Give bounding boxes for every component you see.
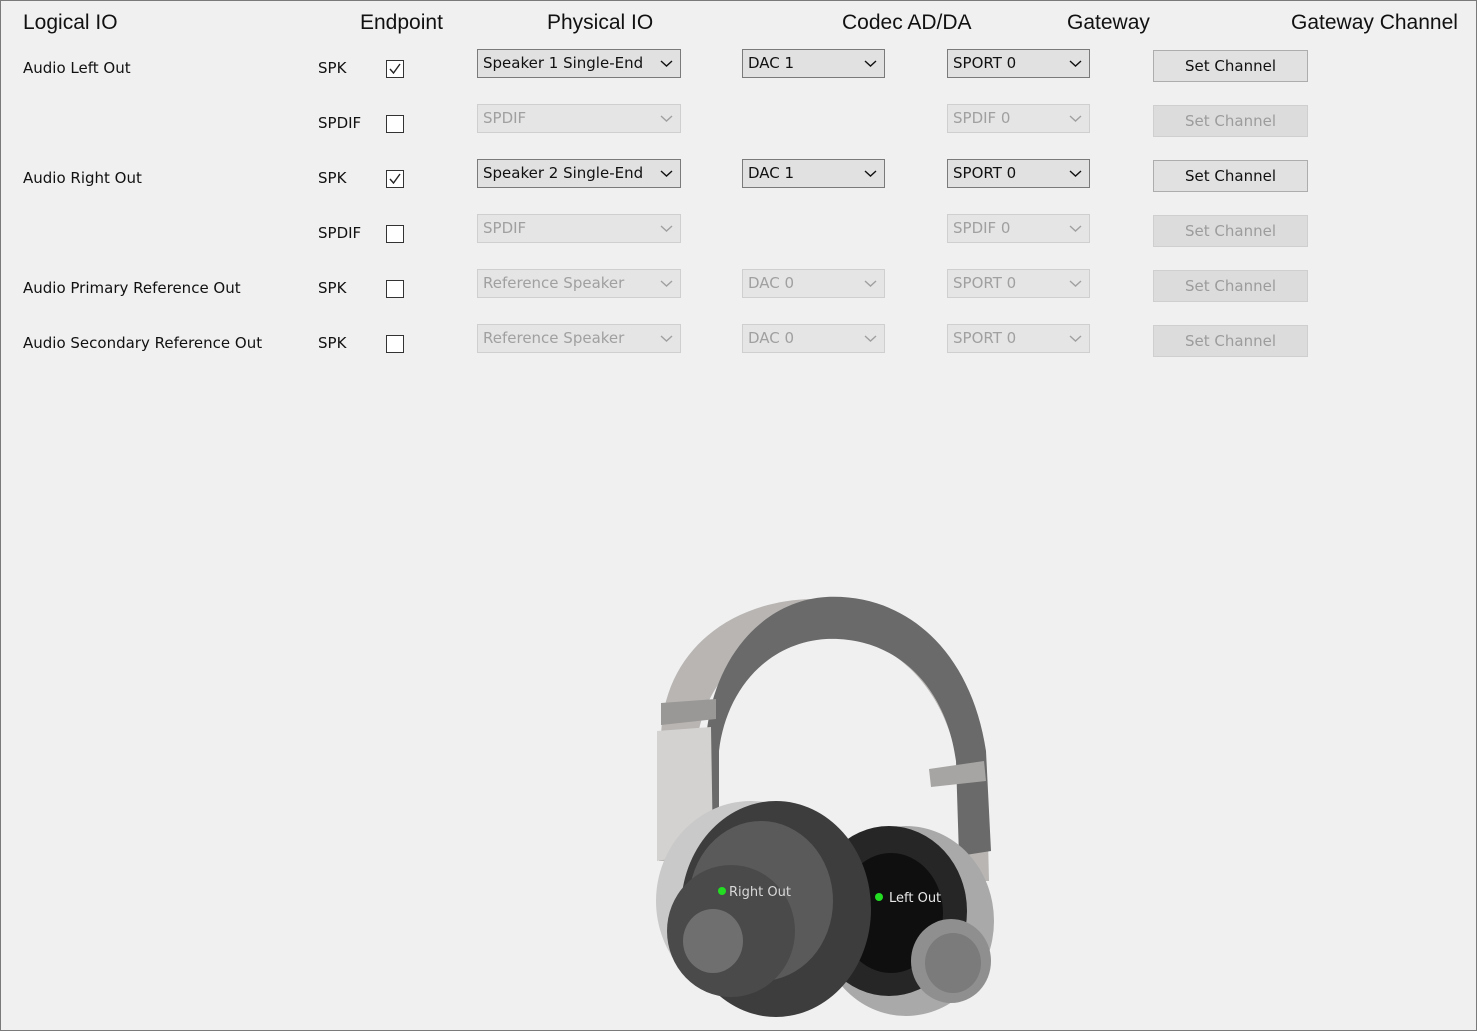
endpoint-checkbox[interactable]	[386, 225, 404, 243]
checkmark-icon	[389, 63, 401, 75]
header-physical-io: Physical IO	[547, 11, 654, 34]
routing-row: Audio Right Out SPK Speaker 2 Single-End DA…	[1, 159, 1476, 209]
codec-value: DAC 0	[748, 329, 795, 347]
right-out-label: Right Out	[729, 885, 791, 900]
set-channel-button[interactable]: Set Channel	[1153, 325, 1308, 357]
chevron-down-icon	[660, 280, 673, 287]
endpoint-label: SPK	[318, 334, 347, 352]
chevron-down-icon	[864, 170, 877, 177]
chevron-down-icon	[1069, 280, 1082, 287]
endpoint-checkbox[interactable]	[386, 60, 404, 78]
chevron-down-icon	[660, 60, 673, 67]
chevron-down-icon	[1069, 335, 1082, 342]
chevron-down-icon	[660, 225, 673, 232]
left-out-label: Left Out	[889, 891, 941, 906]
logical-io-label: Audio Primary Reference Out	[23, 279, 241, 297]
chevron-down-icon	[864, 60, 877, 67]
checkmark-icon	[389, 173, 401, 185]
routing-row: Audio Primary Reference Out SPK Reference …	[1, 269, 1476, 319]
gateway-dropdown[interactable]: SPORT 0	[947, 159, 1090, 188]
header-gateway-channel: Gateway Channel	[1291, 11, 1458, 34]
physical-io-dropdown[interactable]: Reference Speaker	[477, 324, 681, 353]
routing-row: SPDIF SPDIF SPDIF 0 Set Channel	[1, 214, 1476, 264]
routing-row: Audio Secondary Reference Out SPK Referenc…	[1, 324, 1476, 374]
codec-value: DAC 1	[748, 54, 795, 72]
right-cup-cap-inner	[683, 909, 743, 973]
physical-io-dropdown[interactable]: SPDIF	[477, 104, 681, 133]
set-channel-button[interactable]: Set Channel	[1153, 50, 1308, 82]
header-codec: Codec AD/DA	[842, 11, 972, 34]
physical-io-value: Speaker 1 Single-End	[483, 54, 644, 72]
endpoint-checkbox[interactable]	[386, 115, 404, 133]
gateway-value: SPORT 0	[953, 54, 1017, 72]
header-logical-io: Logical IO	[23, 11, 118, 34]
headband-slider-left	[661, 699, 716, 725]
codec-value: DAC 0	[748, 274, 795, 292]
chevron-down-icon	[660, 170, 673, 177]
endpoint-label: SPK	[318, 169, 347, 187]
gateway-dropdown[interactable]: SPORT 0	[947, 324, 1090, 353]
audio-routing-panel: Logical IO Endpoint Physical IO Codec AD…	[0, 0, 1477, 1031]
endpoint-checkbox[interactable]	[386, 170, 404, 188]
logical-io-label: Audio Right Out	[23, 169, 142, 187]
endpoint-checkbox[interactable]	[386, 280, 404, 298]
headphones-illustration: Right Out Left Out	[656, 596, 994, 1017]
physical-io-dropdown[interactable]: SPDIF	[477, 214, 681, 243]
left-out-indicator	[875, 893, 883, 901]
gateway-value: SPORT 0	[953, 274, 1017, 292]
endpoint-checkbox[interactable]	[386, 335, 404, 353]
logical-io-label: Audio Left Out	[23, 59, 131, 77]
set-channel-button[interactable]: Set Channel	[1153, 160, 1308, 192]
chevron-down-icon	[864, 280, 877, 287]
endpoint-label: SPDIF	[318, 224, 362, 242]
gateway-value: SPORT 0	[953, 164, 1017, 182]
set-channel-button[interactable]: Set Channel	[1153, 215, 1308, 247]
routing-row: Audio Left Out SPK Speaker 1 Single-End DAC…	[1, 49, 1476, 99]
physical-io-value: Reference Speaker	[483, 329, 625, 347]
chevron-down-icon	[1069, 115, 1082, 122]
right-out-indicator	[718, 887, 726, 895]
physical-io-value: SPDIF	[483, 219, 527, 237]
logical-io-label: Audio Secondary Reference Out	[23, 334, 263, 352]
gateway-value: SPORT 0	[953, 329, 1017, 347]
gateway-dropdown[interactable]: SPORT 0	[947, 269, 1090, 298]
chevron-down-icon	[1069, 225, 1082, 232]
endpoint-label: SPK	[318, 59, 347, 77]
chevron-down-icon	[864, 335, 877, 342]
routing-row: SPDIF SPDIF SPDIF 0 Set Channel	[1, 104, 1476, 154]
codec-value: DAC 1	[748, 164, 795, 182]
physical-io-dropdown[interactable]: Speaker 2 Single-End	[477, 159, 681, 188]
gateway-value: SPDIF 0	[953, 109, 1011, 127]
physical-io-value: Reference Speaker	[483, 274, 625, 292]
chevron-down-icon	[660, 115, 673, 122]
header-endpoint: Endpoint	[360, 11, 443, 34]
endpoint-label: SPK	[318, 279, 347, 297]
header-gateway: Gateway	[1067, 11, 1150, 34]
physical-io-dropdown[interactable]: Speaker 1 Single-End	[477, 49, 681, 78]
gateway-value: SPDIF 0	[953, 219, 1011, 237]
chevron-down-icon	[660, 335, 673, 342]
set-channel-button[interactable]: Set Channel	[1153, 105, 1308, 137]
gateway-dropdown[interactable]: SPDIF 0	[947, 104, 1090, 133]
chevron-down-icon	[1069, 60, 1082, 67]
chevron-down-icon	[1069, 170, 1082, 177]
codec-dropdown[interactable]: DAC 0	[742, 324, 885, 353]
codec-dropdown[interactable]: DAC 0	[742, 269, 885, 298]
gateway-dropdown[interactable]: SPORT 0	[947, 49, 1090, 78]
left-cup-cap-inner	[925, 933, 981, 993]
physical-io-dropdown[interactable]: Reference Speaker	[477, 269, 681, 298]
codec-dropdown[interactable]: DAC 1	[742, 49, 885, 78]
physical-io-value: SPDIF	[483, 109, 527, 127]
codec-dropdown[interactable]: DAC 1	[742, 159, 885, 188]
physical-io-value: Speaker 2 Single-End	[483, 164, 644, 182]
gateway-dropdown[interactable]: SPDIF 0	[947, 214, 1090, 243]
set-channel-button[interactable]: Set Channel	[1153, 270, 1308, 302]
endpoint-label: SPDIF	[318, 114, 362, 132]
